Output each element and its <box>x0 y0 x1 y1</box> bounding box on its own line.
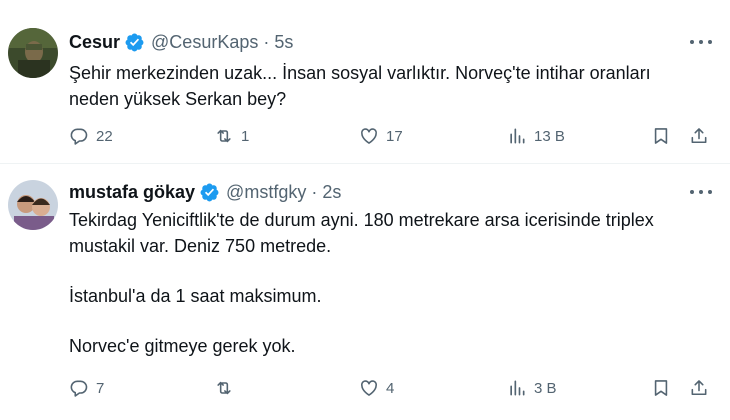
tweet-header: Cesur @CesurKaps · 5s <box>69 30 293 54</box>
like-button[interactable]: 4 <box>359 376 394 400</box>
retweet-button[interactable] <box>214 376 241 400</box>
like-icon <box>361 128 377 144</box>
views-icon <box>510 128 525 144</box>
author-name[interactable]: mustafa gökay <box>69 182 195 203</box>
views-button[interactable]: 13 B <box>507 124 565 148</box>
views-count: 3 B <box>534 379 557 397</box>
reply-button[interactable]: 22 <box>69 124 113 148</box>
tweet-paragraph: İstanbul'a da 1 saat maksimum. <box>69 286 322 306</box>
tweet-paragraph: Şehir merkezinden uzak... İnsan sosyal v… <box>69 63 651 109</box>
author-name[interactable]: Cesur <box>69 32 120 53</box>
bookmark-button[interactable] <box>651 124 671 148</box>
author-handle[interactable]: @CesurKaps <box>151 32 258 53</box>
reply-icon <box>70 380 88 397</box>
verified-badge-icon <box>199 182 220 203</box>
retweet-icon <box>217 129 231 143</box>
share-button[interactable] <box>689 124 709 148</box>
bookmark-button[interactable] <box>651 376 671 400</box>
share-button[interactable] <box>689 376 709 400</box>
avatar[interactable] <box>8 28 58 78</box>
reply-count: 22 <box>96 127 113 145</box>
avatar[interactable] <box>8 180 58 230</box>
views-count: 13 B <box>534 127 565 145</box>
share-icon <box>691 380 707 396</box>
separator: · <box>311 181 318 202</box>
verified-badge-icon <box>124 32 145 53</box>
share-icon <box>691 128 707 144</box>
bookmark-icon <box>654 128 668 144</box>
views-button[interactable]: 3 B <box>507 376 557 400</box>
reply-count: 7 <box>96 379 105 397</box>
retweet-button[interactable]: 1 <box>214 124 249 148</box>
reply-icon <box>70 128 88 145</box>
tweet-paragraph: Tekirdag Yeniciftlik'te de durum ayni. 1… <box>69 210 654 256</box>
tweet-text: Tekirdag Yeniciftlik'te de durum ayni. 1… <box>69 207 719 359</box>
separator: · <box>263 31 270 52</box>
like-count: 4 <box>386 379 395 397</box>
tweet-actions: 7 4 3 B <box>69 376 719 400</box>
bookmark-icon <box>654 380 668 396</box>
retweet-count: 1 <box>241 127 250 145</box>
like-count: 17 <box>386 127 403 145</box>
like-button[interactable]: 17 <box>359 124 403 148</box>
more-icon[interactable] <box>690 32 712 52</box>
views-icon <box>510 380 525 396</box>
reply-button[interactable]: 7 <box>69 376 104 400</box>
like-icon <box>361 380 377 396</box>
timestamp[interactable]: 5s <box>274 32 293 53</box>
tweet-text: Şehir merkezinden uzak... İnsan sosyal v… <box>69 60 719 112</box>
tweet-paragraph: Norvec'e gitmeye gerek yok. <box>69 336 296 356</box>
timestamp[interactable]: 2s <box>322 182 341 203</box>
more-icon[interactable] <box>690 182 712 202</box>
tweet-actions: 22 1 17 13 B <box>69 124 719 148</box>
author-handle[interactable]: @mstfgky <box>226 182 306 203</box>
retweet-icon <box>217 381 231 395</box>
tweet-header: mustafa gökay @mstfgky · 2s <box>69 180 341 204</box>
